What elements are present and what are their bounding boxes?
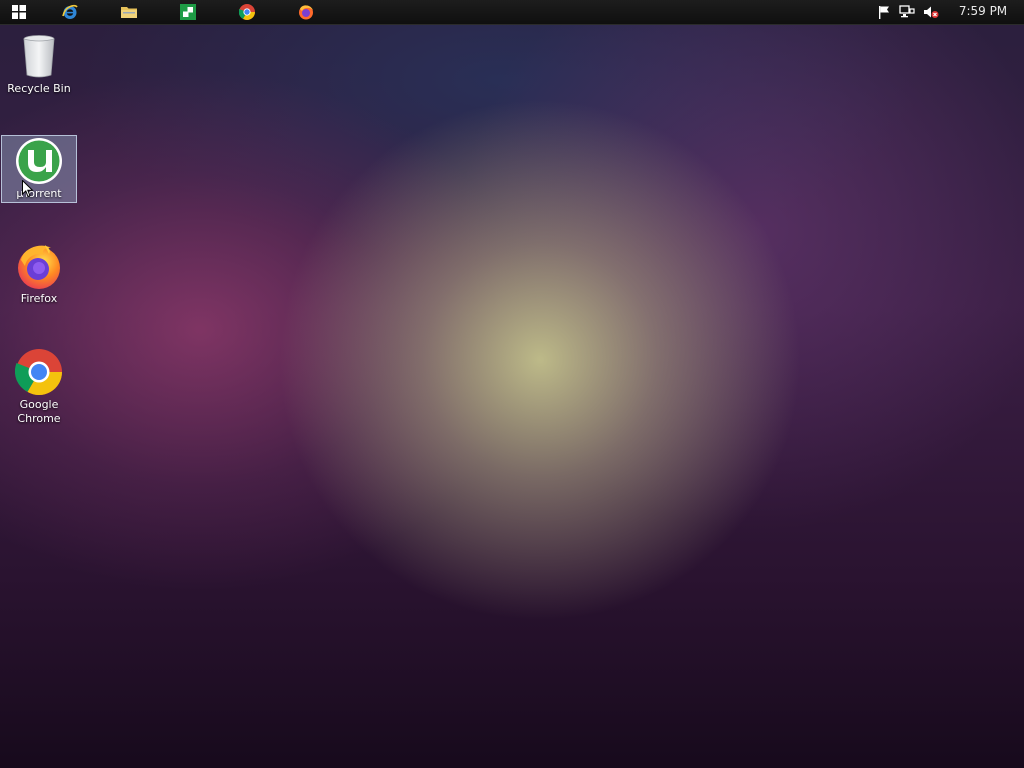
- internet-explorer-icon: [62, 4, 78, 19]
- desktop-icon-google-chrome[interactable]: Google Chrome: [1, 348, 77, 430]
- chrome-icon: [239, 4, 255, 20]
- taskbar-excel-button[interactable]: [177, 2, 199, 22]
- excel-icon: [180, 4, 196, 20]
- tray-action-center-button[interactable]: [873, 2, 895, 22]
- taskbar-chrome-button[interactable]: [236, 2, 258, 22]
- desktop-icon-utorrent[interactable]: µTorrent: [1, 135, 77, 203]
- taskbar: 7:59 PM: [0, 0, 1024, 25]
- volume-muted-icon: [924, 6, 939, 18]
- flag-icon: [879, 6, 889, 19]
- desktop-icon-label: Google Chrome: [17, 398, 61, 425]
- desktop-icon-firefox[interactable]: Firefox: [1, 242, 77, 308]
- network-icon: [899, 5, 915, 18]
- mouse-cursor-icon: [22, 180, 34, 198]
- desktop-icon-label: Recycle Bin: [7, 82, 71, 95]
- taskbar-file-explorer-button[interactable]: [118, 2, 140, 22]
- desktop-icon-label: Firefox: [20, 292, 58, 305]
- firefox-icon: [299, 5, 313, 20]
- folder-icon: [121, 7, 137, 18]
- utorrent-icon: [16, 138, 62, 184]
- desktop-icon-label: µTorrent: [16, 187, 62, 200]
- taskbar-internet-explorer-button[interactable]: [59, 2, 81, 22]
- taskbar-clock[interactable]: 7:59 PM: [952, 4, 1014, 18]
- firefox-icon: [18, 245, 60, 289]
- chrome-icon: [15, 349, 62, 395]
- taskbar-firefox-button[interactable]: [295, 2, 317, 22]
- recycle-bin-icon: [23, 35, 55, 78]
- desktop-background[interactable]: [0, 0, 1024, 768]
- start-button[interactable]: [8, 2, 30, 22]
- desktop-icon-recycle-bin[interactable]: Recycle Bin: [1, 32, 77, 98]
- windows-logo-icon: [12, 5, 26, 19]
- tray-volume-button[interactable]: [920, 2, 942, 22]
- tray-network-button[interactable]: [896, 2, 918, 22]
